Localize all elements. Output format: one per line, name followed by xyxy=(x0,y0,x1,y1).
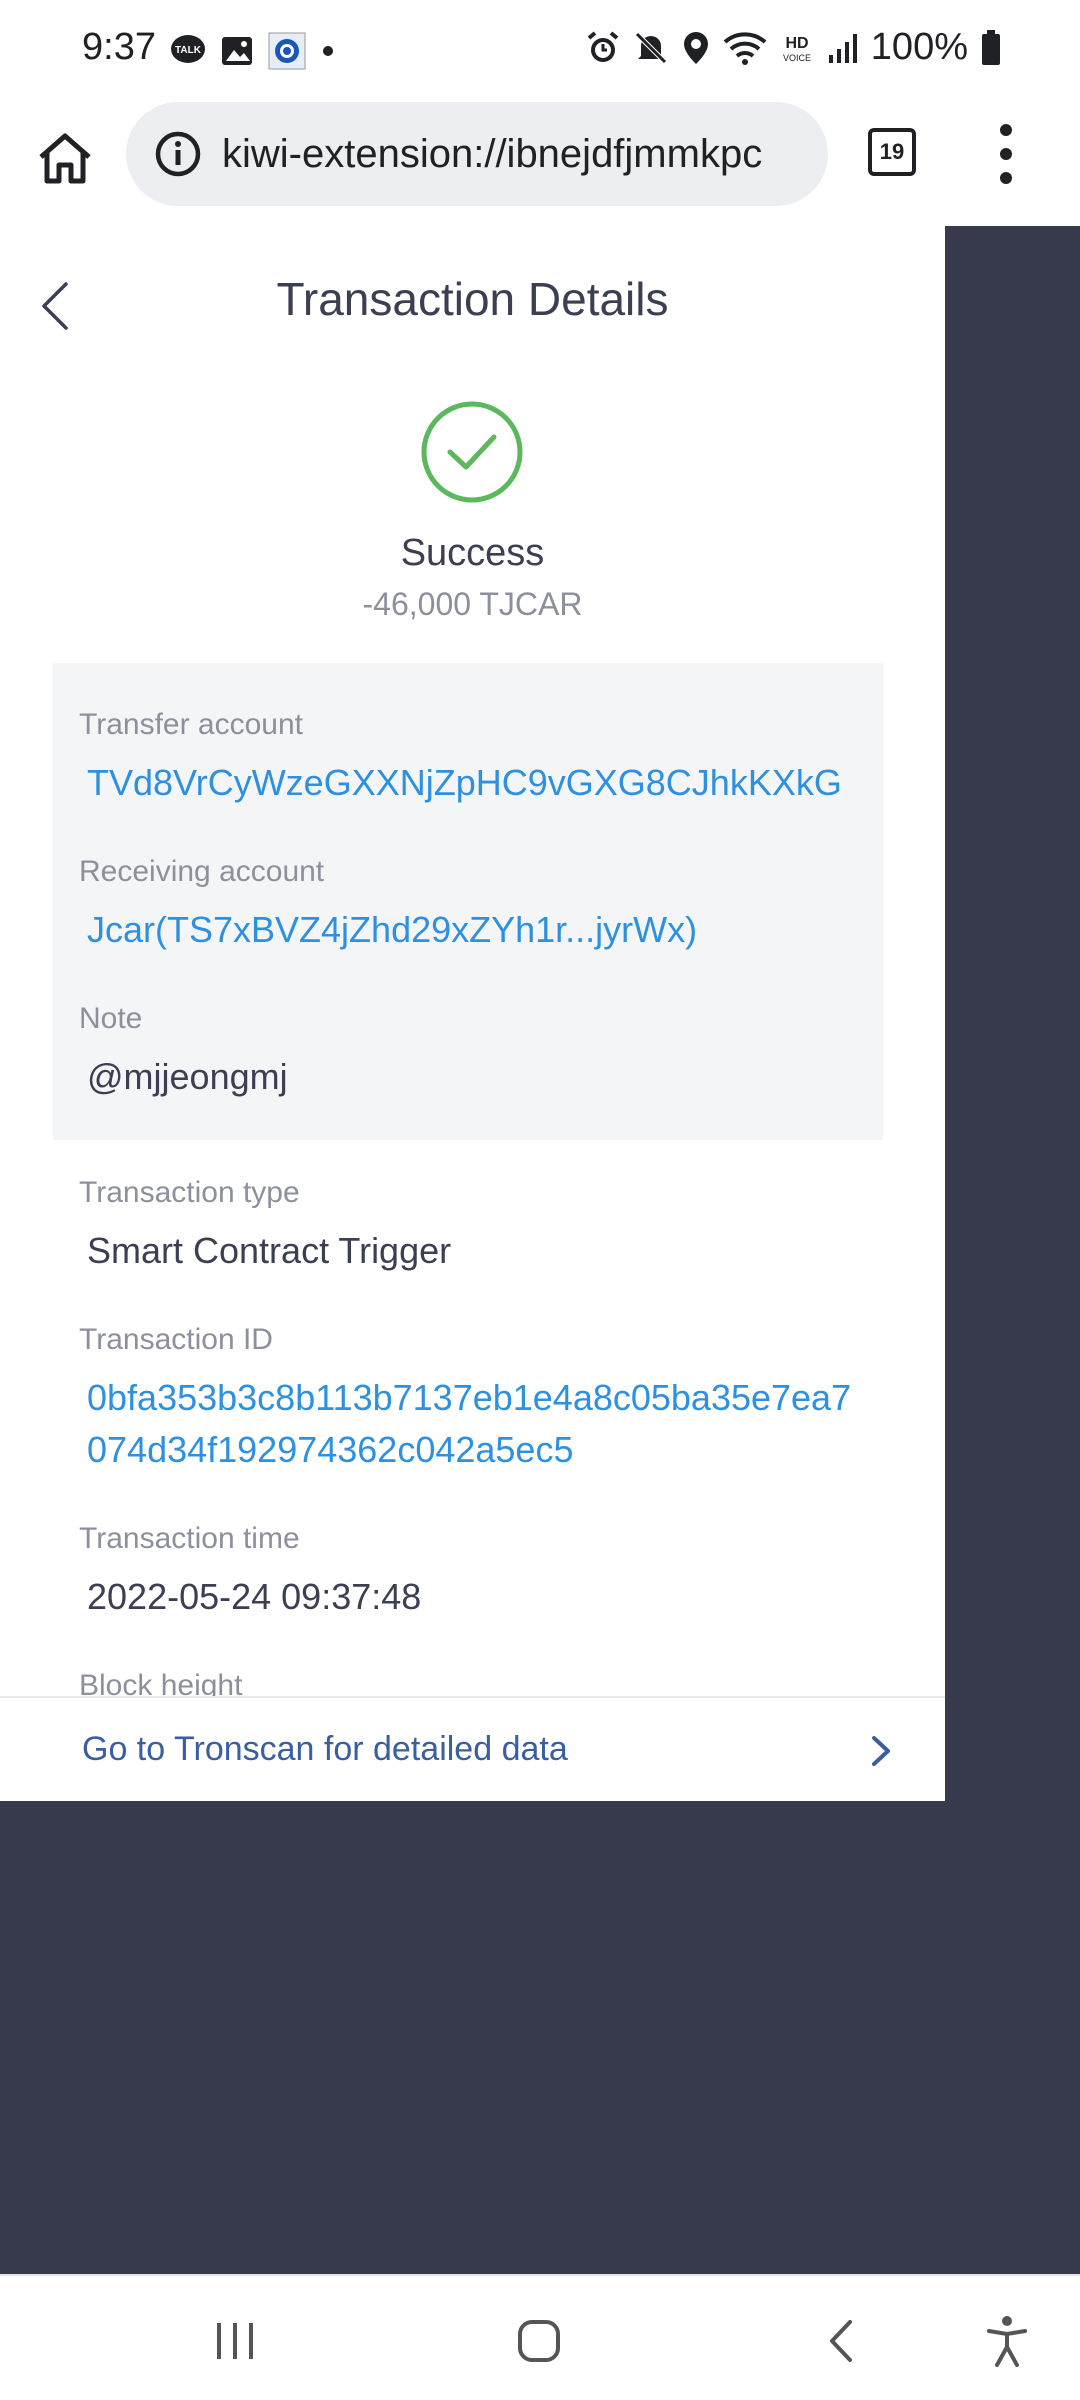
accessibility-button[interactable] xyxy=(972,2306,1042,2376)
hd-voice-icon: HDVOICE xyxy=(783,35,811,63)
menu-dot xyxy=(1000,172,1012,184)
transaction-status: Success xyxy=(400,532,545,574)
mute-icon xyxy=(635,31,667,64)
tronscan-link[interactable]: Go to Tronscan for detailed data xyxy=(0,1696,945,1801)
back-nav-button[interactable] xyxy=(806,2306,876,2376)
alarm-icon xyxy=(587,30,619,62)
wifi-icon xyxy=(723,31,767,65)
system-nav-bar xyxy=(0,2274,1080,2400)
status-time: 9:37 xyxy=(82,26,156,68)
transaction-id-line-1: 0bfa353b3c8b113b7137eb1e4a8c05ba35e7ea7 xyxy=(87,1377,852,1418)
page-title: Transaction Details xyxy=(276,273,669,325)
transaction-type-value: Smart Contract Trigger xyxy=(87,1230,452,1271)
accessibility-icon xyxy=(987,2316,1027,2367)
talk-icon: TALK xyxy=(171,35,205,63)
transfer-account-label: Transfer account xyxy=(79,708,303,741)
tab-switcher-button[interactable]: 19 xyxy=(868,128,916,176)
signal-icon xyxy=(828,33,857,63)
home-button[interactable] xyxy=(30,124,100,194)
url-text: kiwi-extension://ibnejdfjmmkpc xyxy=(222,131,763,176)
svg-text:TALK: TALK xyxy=(175,45,202,56)
svg-text:HD: HD xyxy=(785,35,808,52)
home-icon xyxy=(39,133,91,184)
chevron-right-icon xyxy=(872,1736,890,1766)
transaction-time-label: Transaction time xyxy=(79,1522,300,1555)
transaction-amount: -46,000 TJCAR xyxy=(362,586,583,622)
transaction-type-label: Transaction type xyxy=(79,1176,300,1209)
tronscan-link-label: Go to Tronscan for detailed data xyxy=(82,1730,568,1768)
menu-dot xyxy=(1000,148,1012,160)
back-nav-icon xyxy=(830,2320,852,2362)
tab-count: 19 xyxy=(879,139,905,164)
recents-icon xyxy=(217,2323,253,2359)
transaction-id-label: Transaction ID xyxy=(79,1323,273,1356)
home-nav-button[interactable] xyxy=(504,2306,574,2376)
app-icon xyxy=(268,32,306,70)
svg-text:VOICE: VOICE xyxy=(783,53,811,63)
browser-toolbar: kiwi-extension://ibnejdfjmmkpc 19 xyxy=(0,100,1080,226)
battery-percent: 100% xyxy=(870,26,968,68)
battery-icon xyxy=(982,29,1000,65)
transaction-time-value: 2022-05-24 09:37:48 xyxy=(87,1576,422,1617)
transaction-id-link[interactable]: 0bfa353b3c8b113b7137eb1e4a8c05ba35e7ea7 … xyxy=(87,1372,907,1476)
recents-button[interactable] xyxy=(200,2306,270,2376)
transfer-account-link[interactable]: TVd8VrCyWzeGXXNjZpHC9vGXG8CJhkKXkG xyxy=(87,762,842,804)
home-nav-icon xyxy=(518,2320,560,2362)
status-bar: 9:37 TALK HD VOICE 100% xyxy=(0,0,1080,100)
menu-dot xyxy=(1000,124,1012,136)
success-check-icon xyxy=(421,401,523,503)
transaction-details-panel: Transaction Details Success -46,000 TJCA… xyxy=(0,226,945,1801)
info-icon[interactable] xyxy=(154,130,202,178)
image-icon xyxy=(222,37,252,65)
transaction-id-line-2: 074d34f192974362c042a5ec5 xyxy=(87,1429,574,1470)
dot-icon xyxy=(323,46,333,56)
note-label: Note xyxy=(79,1002,143,1035)
more-menu-button[interactable] xyxy=(990,124,1022,184)
location-icon xyxy=(683,31,708,64)
url-bar[interactable]: kiwi-extension://ibnejdfjmmkpc xyxy=(126,102,828,206)
receiving-account-link[interactable]: Jcar(TS7xBVZ4jZhd29xZYh1r...jyrWx) xyxy=(87,909,697,951)
receiving-account-label: Receiving account xyxy=(79,855,325,888)
note-value: @mjjeongmj xyxy=(87,1056,288,1097)
